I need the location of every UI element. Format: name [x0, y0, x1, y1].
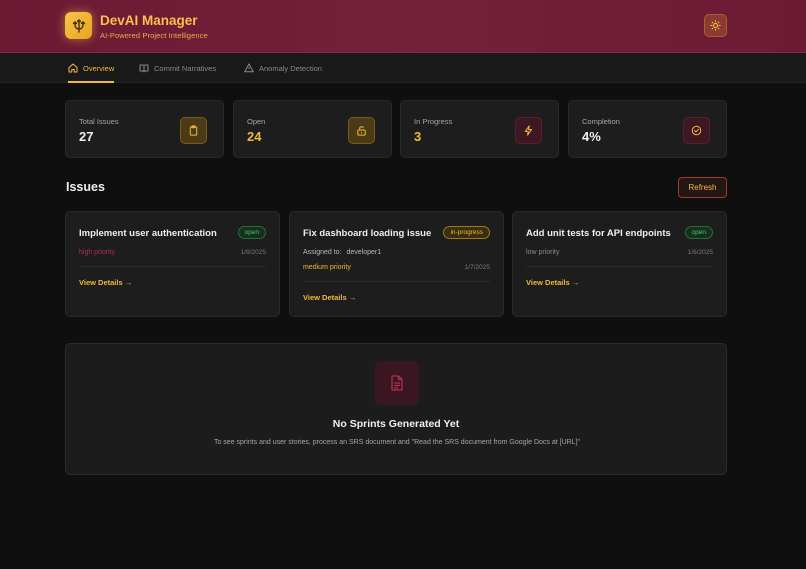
stat-label: Open — [247, 117, 266, 126]
status-badge: in-progress — [443, 226, 490, 239]
stat-label: In Progress — [414, 117, 453, 126]
issue-date: 1/8/2025 — [240, 249, 266, 256]
app-title: DevAI Manager — [100, 13, 198, 28]
issue-date: 1/7/2025 — [464, 264, 490, 271]
stat-card-open: Open 24 — [233, 100, 392, 158]
app-header: DevAI Manager AI-Powered Project Intelli… — [0, 0, 806, 53]
view-details-link[interactable]: View Details → — [526, 278, 579, 287]
check-circle-icon — [683, 117, 710, 144]
empty-state-description: To see sprints and user stories, process… — [213, 439, 581, 446]
view-details-link[interactable]: View Details → — [79, 278, 132, 287]
tab-commit-narratives[interactable]: Commit Narratives — [139, 53, 216, 83]
stat-card-in-progress: In Progress 3 — [400, 100, 559, 158]
status-badge: open — [684, 226, 713, 239]
unlock-icon — [348, 117, 375, 144]
lightning-icon — [515, 117, 542, 144]
stat-card-completion: Completion 4% — [568, 100, 727, 158]
stat-value: 24 — [247, 129, 262, 144]
stat-value: 27 — [79, 129, 94, 144]
issue-title: Add unit tests for API endpoints — [526, 228, 671, 239]
divider — [79, 266, 266, 267]
tab-label: Overview — [83, 63, 115, 73]
status-badge: open — [237, 226, 266, 239]
stat-value: 4% — [582, 129, 601, 144]
stat-card-total-issues: Total Issues 27 — [65, 100, 224, 158]
view-details-link[interactable]: View Details → — [303, 293, 356, 302]
issues-heading: Issues — [66, 180, 105, 194]
issue-card[interactable]: Add unit tests for API endpoints open lo… — [512, 211, 727, 317]
assignee-line: Assigned to: developer1 — [303, 249, 381, 256]
stat-value: 3 — [414, 129, 422, 144]
tab-overview[interactable]: Overview — [68, 53, 115, 83]
issue-card[interactable]: Implement user authentication open high … — [65, 211, 280, 317]
issue-date: 1/6/2025 — [687, 249, 713, 256]
refresh-button[interactable]: Refresh — [678, 177, 727, 198]
divider — [303, 281, 490, 282]
issue-title: Fix dashboard loading issue — [303, 228, 432, 239]
priority-label: high priority — [79, 249, 116, 256]
assignee-name: developer1 — [346, 249, 382, 256]
tab-anomaly-detection[interactable]: Anomaly Detection — [244, 53, 322, 83]
stat-label: Total Issues — [79, 117, 119, 126]
issue-card[interactable]: Fix dashboard loading issue in-progress … — [289, 211, 504, 317]
app-subtitle: AI-Powered Project Intelligence — [100, 31, 208, 40]
assigned-label: Assigned to: — [303, 249, 342, 256]
priority-label: medium priority — [303, 264, 351, 271]
stat-label: Completion — [582, 117, 620, 126]
theme-toggle-button[interactable] — [704, 14, 727, 37]
empty-state-title: No Sprints Generated Yet — [332, 418, 460, 430]
trident-icon — [65, 12, 92, 39]
warning-triangle-icon — [244, 63, 254, 73]
home-icon — [68, 63, 78, 73]
tab-bar: Overview Commit Narratives Anomaly Detec… — [0, 53, 806, 83]
document-icon — [375, 361, 419, 405]
priority-label: low priority — [526, 249, 560, 256]
sun-icon — [710, 20, 721, 31]
tab-label: Anomaly Detection — [259, 63, 322, 73]
sprints-empty-state: No Sprints Generated Yet To see sprints … — [65, 343, 727, 475]
clipboard-icon — [180, 117, 207, 144]
tab-label: Commit Narratives — [154, 63, 217, 73]
book-icon — [139, 64, 149, 73]
issue-title: Implement user authentication — [79, 228, 217, 239]
divider — [526, 266, 713, 267]
